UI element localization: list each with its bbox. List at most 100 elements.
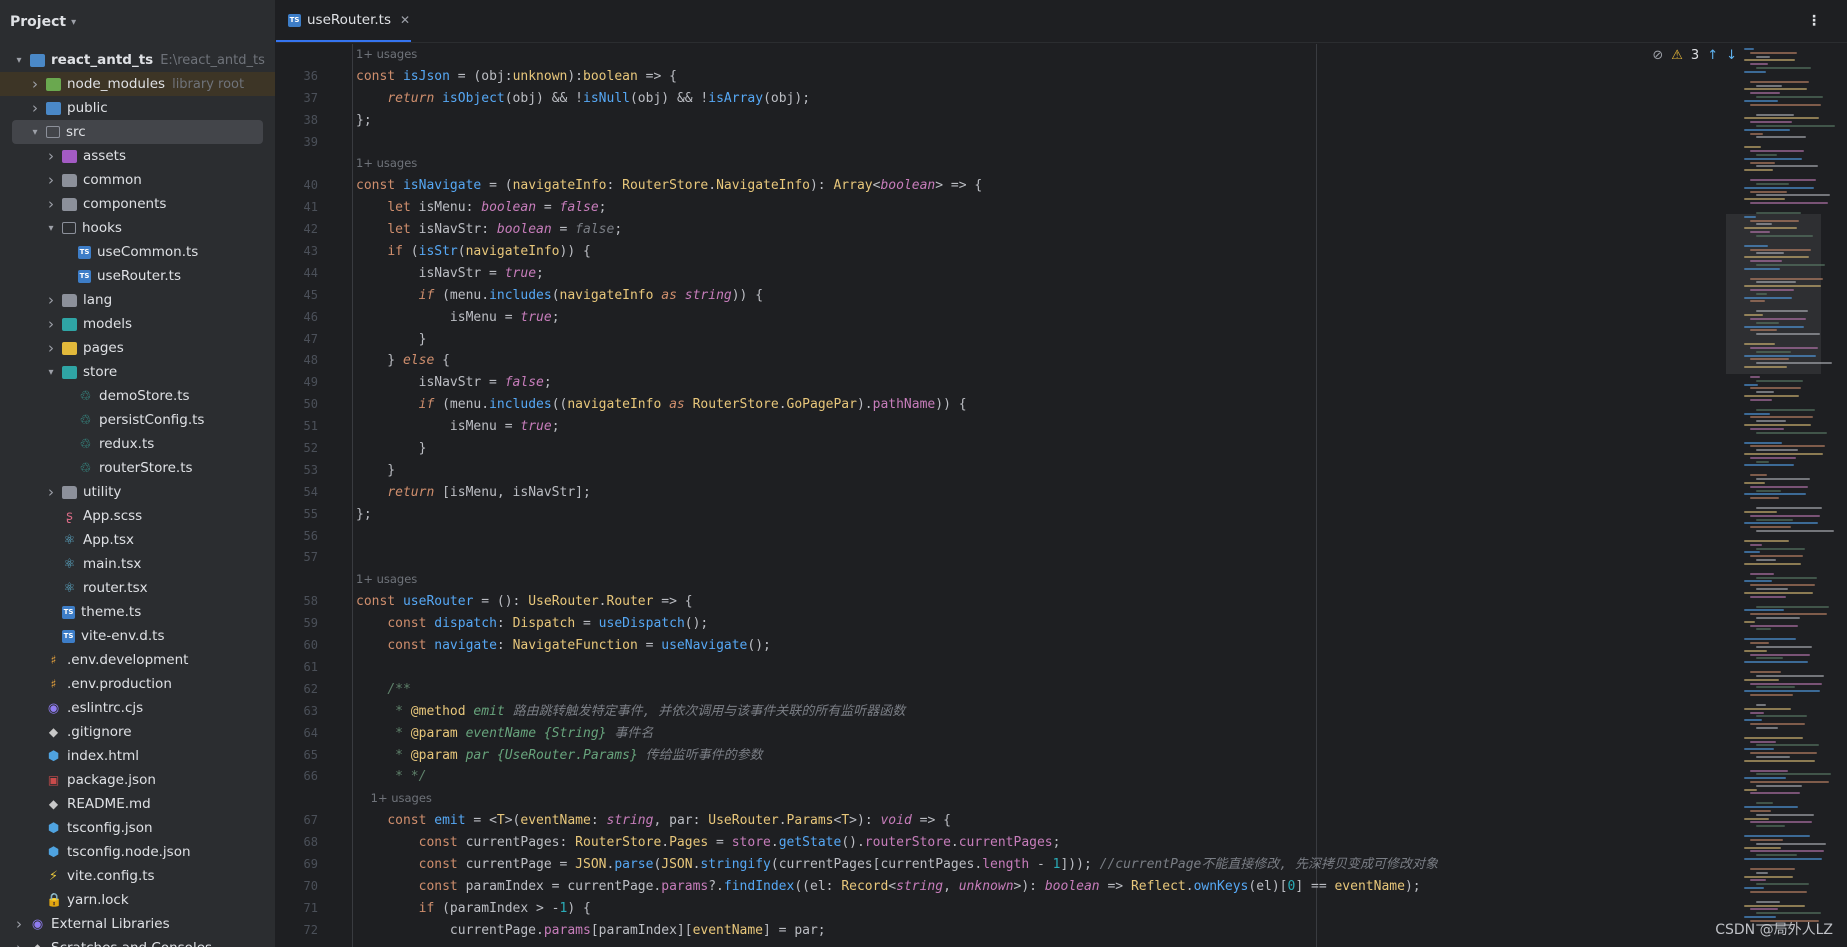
file-icon: ⚛	[63, 580, 76, 596]
more-actions-icon[interactable]: ⋮	[1807, 13, 1821, 29]
tree-item[interactable]: ▾ react_antd_ts E:\react_antd_ts	[0, 48, 275, 72]
tree-item[interactable]: ▣ package.json	[0, 768, 275, 792]
tree-item[interactable]: 🔒 yarn.lock	[0, 888, 275, 912]
minimap-line	[1744, 551, 1760, 554]
minimap-line	[1744, 157, 1802, 160]
chevron-down-icon[interactable]: ▾	[28, 127, 42, 138]
minimap-line	[1744, 227, 1797, 230]
code-text: const isNavigate = (navigateInfo: Router…	[356, 178, 983, 194]
warning-icon[interactable]: ⚠	[1671, 48, 1683, 63]
tree-item[interactable]: › lang	[0, 288, 275, 312]
line-number: 64	[303, 725, 318, 740]
tree-item[interactable]: ◆ .gitignore	[0, 720, 275, 744]
chevron-right-icon[interactable]: ›	[44, 483, 58, 501]
minimap[interactable]	[1726, 44, 1846, 944]
tree-item[interactable]: › node_modules library root	[0, 72, 275, 96]
tree-item[interactable]: ⚛ App.tsx	[0, 528, 275, 552]
minimap-line	[1756, 813, 1814, 816]
chevron-down-icon[interactable]: ▾	[12, 55, 26, 66]
minimap-line	[1750, 868, 1795, 870]
usages-label[interactable]: 1+ usages	[356, 569, 417, 591]
tree-item[interactable]: › public	[0, 96, 275, 120]
eye-slash-icon[interactable]: ⊘	[1652, 48, 1663, 63]
minimap-line	[1756, 605, 1829, 608]
minimap-line	[1750, 879, 1766, 882]
minimap-line	[1750, 642, 1769, 645]
tree-item[interactable]: ⬢ index.html	[0, 744, 275, 768]
usages-hint[interactable]: 1+ usages	[276, 788, 1716, 810]
usages-hint[interactable]: 1+ usages	[276, 44, 1716, 66]
chevron-down-icon[interactable]: ▾	[44, 223, 58, 234]
tree-item[interactable]: ⚛ router.tsx	[0, 576, 275, 600]
close-tab-icon[interactable]: ✕	[400, 13, 410, 27]
tree-item[interactable]: ▾ src	[12, 120, 263, 144]
tree-item[interactable]: TS vite-env.d.ts	[0, 624, 275, 648]
tree-item[interactable]: ⬢ tsconfig.json	[0, 816, 275, 840]
tree-item[interactable]: › components	[0, 192, 275, 216]
tab-userouter[interactable]: TS useRouter.ts ✕	[276, 0, 411, 42]
tree-item-label: .eslintrc.cjs	[67, 700, 144, 716]
tree-item[interactable]: ▾ hooks	[0, 216, 275, 240]
minimap-line	[1756, 686, 1795, 689]
code-editor[interactable]: 1+ usages 36 const isJson = (obj:unknown):…	[276, 44, 1716, 947]
previous-highlight-icon[interactable]: ↑	[1707, 48, 1718, 63]
project-view-selector[interactable]: Project ▾	[0, 0, 275, 44]
usages-label[interactable]: 1+ usages	[356, 44, 417, 66]
usages-label[interactable]: 1+ usages	[356, 788, 432, 810]
tree-item[interactable]: ⬢ tsconfig.node.json	[0, 840, 275, 864]
tree-item-hint: library root	[172, 76, 245, 92]
chevron-down-icon[interactable]: ▾	[71, 17, 76, 28]
minimap-line	[1750, 427, 1784, 430]
module-icon	[30, 53, 45, 67]
chevron-right-icon[interactable]: ›	[44, 147, 58, 165]
chevron-right-icon[interactable]: ›	[28, 99, 42, 117]
minimap-line	[1756, 744, 1819, 747]
tree-item[interactable]: ♲ redux.ts	[0, 432, 275, 456]
tree-item[interactable]: ▾ store	[0, 360, 275, 384]
usages-label[interactable]: 1+ usages	[356, 153, 417, 175]
tree-item[interactable]: ʂ App.scss	[0, 504, 275, 528]
minimap-line	[1750, 584, 1815, 587]
tree-item[interactable]: ♯ .env.development	[0, 648, 275, 672]
tree-item[interactable]: › assets	[0, 144, 275, 168]
tree-item[interactable]: › common	[0, 168, 275, 192]
tree-item[interactable]: › utility	[0, 480, 275, 504]
file-icon: ♲	[79, 388, 92, 404]
chevron-right-icon[interactable]: ›	[12, 939, 26, 947]
tree-item-label: useCommon.ts	[97, 244, 199, 260]
minimap-line	[1756, 234, 1813, 237]
line-number: 56	[303, 528, 318, 543]
chevron-right-icon[interactable]: ›	[44, 171, 58, 189]
usages-hint[interactable]: 1+ usages	[276, 569, 1716, 591]
chevron-right-icon[interactable]: ›	[28, 75, 42, 93]
chevron-down-icon[interactable]: ▾	[44, 367, 58, 378]
minimap-line	[1750, 161, 1775, 164]
tree-item[interactable]: ◆ README.md	[0, 792, 275, 816]
minimap-line	[1744, 383, 1758, 386]
tree-item[interactable]: ⚡ vite.config.ts	[0, 864, 275, 888]
tree-item[interactable]: TS theme.ts	[0, 600, 275, 624]
minimap-line	[1756, 715, 1807, 718]
usages-hint[interactable]: 1+ usages	[276, 153, 1716, 175]
tree-item[interactable]: ◉ .eslintrc.cjs	[0, 696, 275, 720]
chevron-right-icon[interactable]: ›	[44, 195, 58, 213]
chevron-right-icon[interactable]: ›	[44, 315, 58, 333]
minimap-line	[1744, 748, 1774, 751]
tree-item[interactable]: ♯ .env.production	[0, 672, 275, 696]
tree-item[interactable]: ♲ persistConfig.ts	[0, 408, 275, 432]
tree-item[interactable]: › ◉ External Libraries	[0, 912, 275, 936]
chevron-right-icon[interactable]: ›	[12, 915, 26, 933]
tree-item[interactable]: ⚛ main.tsx	[0, 552, 275, 576]
chevron-right-icon[interactable]: ›	[44, 291, 58, 309]
tree-item[interactable]: TS useCommon.ts	[0, 240, 275, 264]
tree-item[interactable]: TS useRouter.ts	[0, 264, 275, 288]
tree-item[interactable]: › ◆ Scratches and Consoles	[0, 936, 275, 947]
tree-item[interactable]: ♲ routerStore.ts	[0, 456, 275, 480]
minimap-line	[1756, 292, 1767, 295]
tree-item[interactable]: ♲ demoStore.ts	[0, 384, 275, 408]
code-text: /**	[387, 681, 411, 697]
chevron-right-icon[interactable]: ›	[44, 339, 58, 357]
minimap-line	[1756, 675, 1824, 677]
tree-item[interactable]: › pages	[0, 336, 275, 360]
tree-item[interactable]: › models	[0, 312, 275, 336]
